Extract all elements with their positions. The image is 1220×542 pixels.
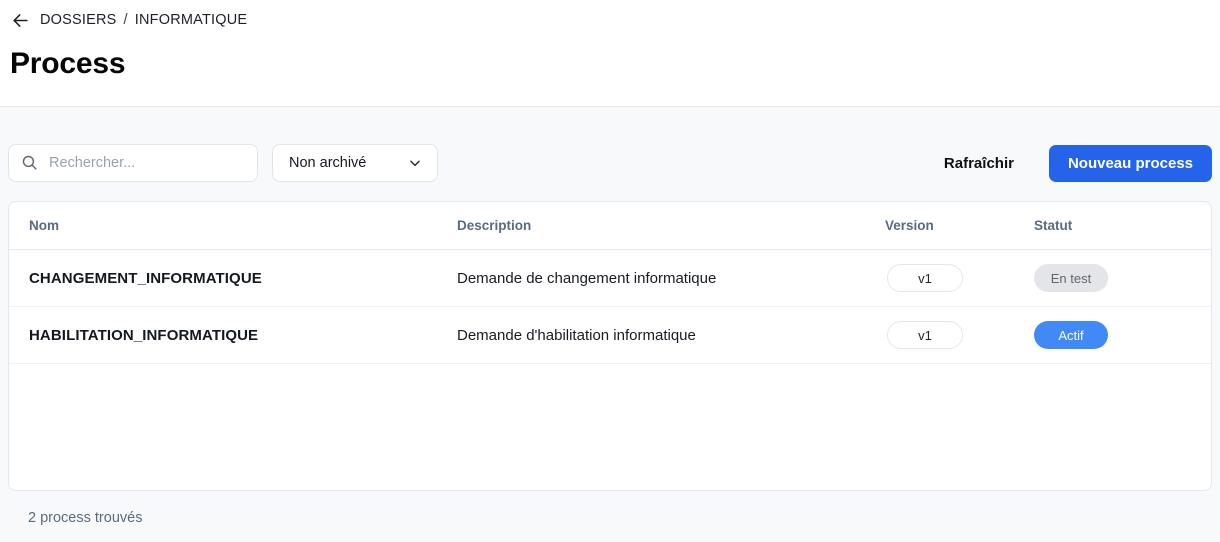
version-badge: v1 xyxy=(887,264,963,292)
process-table: Nom Description Version Statut CHANGEMEN… xyxy=(8,201,1212,491)
process-name: HABILITATION_INFORMATIQUE xyxy=(29,327,457,344)
process-description: Demande de changement informatique xyxy=(457,270,885,287)
table-row[interactable]: HABILITATION_INFORMATIQUEDemande d'habil… xyxy=(9,307,1211,364)
column-header-description: Description xyxy=(457,218,885,233)
refresh-button[interactable]: Rafraîchir xyxy=(944,155,1014,172)
breadcrumb-item-informatique[interactable]: INFORMATIQUE xyxy=(135,12,248,28)
column-header-statut: Statut xyxy=(1034,218,1191,233)
version-badge: v1 xyxy=(887,321,963,349)
column-header-version: Version xyxy=(885,218,1034,233)
toolbar-right: Rafraîchir Nouveau process xyxy=(944,145,1212,182)
breadcrumb-separator: / xyxy=(124,12,128,28)
table-body: CHANGEMENT_INFORMATIQUEDemande de change… xyxy=(9,250,1211,364)
archive-filter-select[interactable]: Non archivé xyxy=(272,144,438,182)
chevron-down-icon xyxy=(408,156,422,170)
toolbar: Non archivé Rafraîchir Nouveau process xyxy=(8,144,1212,182)
process-description: Demande d'habilitation informatique xyxy=(457,327,885,344)
result-count: 2 process trouvés xyxy=(8,510,1212,526)
new-process-button[interactable]: Nouveau process xyxy=(1049,145,1212,182)
breadcrumb: DOSSIERS / INFORMATIQUE xyxy=(10,10,1210,30)
table-header-row: Nom Description Version Statut xyxy=(9,202,1211,250)
content-area: Non archivé Rafraîchir Nouveau process N… xyxy=(0,107,1220,542)
arrow-left-icon xyxy=(11,11,30,30)
back-button[interactable] xyxy=(10,10,30,30)
breadcrumb-item-dossiers[interactable]: DOSSIERS xyxy=(40,12,117,28)
archive-filter-value: Non archivé xyxy=(289,155,366,171)
page-title: Process xyxy=(10,47,1210,81)
column-header-nom: Nom xyxy=(29,218,457,233)
search-box xyxy=(8,144,258,182)
search-input[interactable] xyxy=(8,144,258,182)
status-badge: En test xyxy=(1034,264,1108,292)
status-badge: Actif xyxy=(1034,321,1108,349)
process-name: CHANGEMENT_INFORMATIQUE xyxy=(29,270,457,287)
table-row[interactable]: CHANGEMENT_INFORMATIQUEDemande de change… xyxy=(9,250,1211,307)
page-header: DOSSIERS / INFORMATIQUE Process xyxy=(0,0,1220,107)
